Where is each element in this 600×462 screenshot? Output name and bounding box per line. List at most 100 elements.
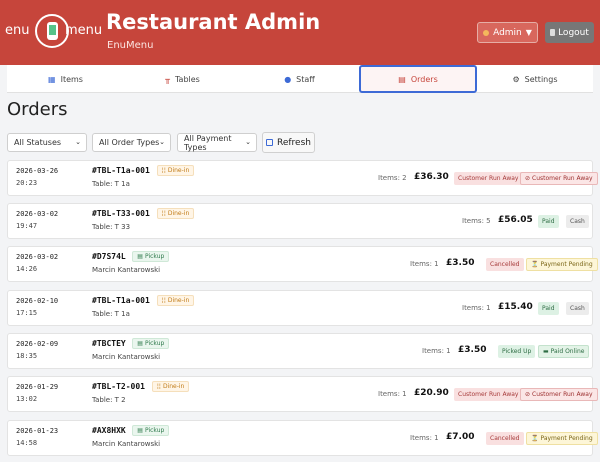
tab-settings[interactable]: ⚙ Settings: [477, 65, 593, 93]
payment-label: Payment Pending: [540, 435, 593, 442]
order-date: 2026-03-26: [16, 167, 59, 175]
item-count: Items: 2: [378, 174, 407, 182]
app-header: enu menu Restaurant Admin EnuMenu Admin …: [0, 0, 600, 65]
order-type-badge: ▤ Pickup: [132, 251, 170, 262]
chevron-down-icon: ▼: [525, 28, 532, 37]
order-code: #TBL-T33-001: [92, 209, 150, 218]
order-status-badge: Customer Run Away: [454, 388, 523, 401]
order-row[interactable]: 2026-01-23 14:58 #AX8HXK ▤ Pickup Marcin Kant…: [7, 420, 598, 456]
tab-orders[interactable]: ▤ Orders: [359, 65, 477, 93]
item-count: Items: 1: [410, 260, 439, 268]
dine-in-icon: ¦¦: [161, 297, 166, 304]
tab-label: Orders: [410, 74, 438, 84]
order-amount: £20.90: [414, 388, 449, 398]
page-title: Orders: [7, 99, 68, 120]
order-type-filter-value: All Order Types: [99, 138, 160, 147]
order-type-label: Dine-in: [167, 297, 190, 304]
order-type-label: Pickup: [144, 340, 165, 347]
status-label: Picked Up: [502, 348, 532, 355]
order-subtitle: Table: T 1a: [92, 310, 130, 318]
prohibited-icon: ⊘: [525, 391, 531, 398]
order-time: 14:58: [16, 439, 38, 447]
tab-tables[interactable]: ╥ Tables: [124, 65, 241, 93]
pickup-icon: ▤: [137, 253, 143, 260]
payment-status-badge: ⏳ Payment Pending: [526, 258, 598, 271]
payment-status-badge: ⏳ Payment Pending: [526, 432, 598, 445]
tab-staff[interactable]: ● Staff: [241, 65, 358, 93]
status-filter-select[interactable]: All Statuses ⌄: [7, 133, 87, 152]
order-row[interactable]: 2026-03-02 19:47 #TBL-T33-001 ¦¦ Dine-in Tabl…: [7, 203, 593, 239]
order-amount: £15.40: [498, 302, 533, 312]
status-label: Customer Run Away: [458, 391, 519, 398]
order-subtitle: Marcin Kantarowski: [92, 266, 161, 274]
orders-icon: ▤: [398, 74, 406, 84]
order-row[interactable]: 2026-03-02 14:26 #D7S74L ▤ Pickup Marcin Kant…: [7, 246, 598, 282]
order-code: #TBL-T1a-001: [92, 166, 150, 175]
order-status-badge: Customer Run Away: [454, 172, 523, 185]
tables-icon: ╥: [165, 74, 170, 84]
order-date: 2026-03-02: [16, 253, 59, 261]
app-title: Restaurant Admin: [106, 10, 321, 34]
staff-icon: ●: [284, 74, 292, 84]
payment-label: Paid Online: [550, 348, 585, 355]
logout-icon: [550, 29, 556, 36]
order-type-label: Dine-in: [167, 210, 190, 217]
chevron-down-icon: ⌄: [245, 138, 251, 146]
payment-label: Customer Run Away: [532, 175, 593, 182]
order-type-label: Pickup: [144, 427, 165, 434]
order-amount: £56.05: [498, 215, 533, 225]
chevron-down-icon: ⌄: [75, 138, 81, 146]
status-label: Cancelled: [490, 261, 520, 268]
tab-label: Tables: [174, 74, 200, 84]
order-amount: £7.00: [446, 432, 475, 442]
payment-type-filter-select[interactable]: All Payment Types ⌄: [177, 133, 257, 152]
order-status-badge: Paid: [538, 302, 559, 315]
order-row[interactable]: 2026-01-29 13:02 #TBL-T2-001 ¦¦ Dine-in Table…: [7, 376, 598, 412]
dine-in-icon: ¦¦: [161, 167, 166, 174]
payment-label: Customer Run Away: [532, 391, 593, 398]
order-type-badge: ▤ Pickup: [132, 338, 170, 349]
order-subtitle: Marcin Kantarowski: [92, 353, 161, 361]
order-code: #TBL-T1a-001: [92, 296, 150, 305]
item-count: Items: 1: [422, 347, 451, 355]
payment-label: Payment Pending: [540, 261, 593, 268]
tab-label: Items: [60, 74, 83, 84]
refresh-icon: [266, 139, 273, 146]
items-icon: ▦: [48, 74, 56, 84]
tab-label: Staff: [296, 74, 315, 84]
status-filter-value: All Statuses: [14, 138, 62, 147]
order-row[interactable]: 2026-03-26 20:23 #TBL-T1a-001 ¦¦ Dine-in Tabl…: [7, 160, 598, 196]
status-label: Paid: [542, 305, 555, 312]
item-count: Items: 1: [462, 304, 491, 312]
prohibited-icon: ⊘: [525, 175, 531, 182]
tab-items[interactable]: ▦ Items: [7, 65, 124, 93]
payment-status-badge: ⊘ Customer Run Away: [520, 172, 598, 185]
admin-label: Admin: [493, 27, 522, 38]
payment-status-badge: Cash: [566, 215, 589, 228]
refresh-label: Refresh: [277, 137, 311, 148]
enumenu-logo[interactable]: enu menu: [5, 14, 102, 50]
logo-text-left: enu: [5, 23, 30, 38]
order-type-badge: ¦¦ Dine-in: [156, 208, 195, 219]
order-amount: £3.50: [458, 345, 487, 355]
order-time: 20:23: [16, 179, 38, 187]
order-subtitle: Table: T 2: [92, 396, 126, 404]
refresh-button[interactable]: Refresh: [262, 132, 315, 153]
dine-in-icon: ¦¦: [156, 383, 161, 390]
logout-button[interactable]: Logout: [545, 22, 594, 43]
payment-status-badge: ▬ Paid Online: [538, 345, 590, 358]
app-subtitle: EnuMenu: [107, 40, 154, 51]
order-row[interactable]: 2026-02-10 17:15 #TBL-T1a-001 ¦¦ Dine-in Tabl…: [7, 290, 593, 326]
chevron-down-icon: ⌄: [159, 138, 165, 146]
order-type-label: Dine-in: [167, 167, 190, 174]
order-row[interactable]: 2026-02-09 18:35 #TBCTEY ▤ Pickup Marcin Kant…: [7, 333, 593, 369]
payment-label: Cash: [570, 305, 585, 312]
order-code: #D7S74L: [92, 252, 126, 261]
status-label: Paid: [542, 218, 555, 225]
order-time: 18:35: [16, 352, 38, 360]
admin-menu-button[interactable]: Admin ▼: [477, 22, 538, 43]
order-type-filter-select[interactable]: All Order Types ⌄: [92, 133, 171, 152]
order-time: 19:47: [16, 222, 38, 230]
payment-status-badge: Cash: [566, 302, 589, 315]
item-count: Items: 1: [378, 390, 407, 398]
